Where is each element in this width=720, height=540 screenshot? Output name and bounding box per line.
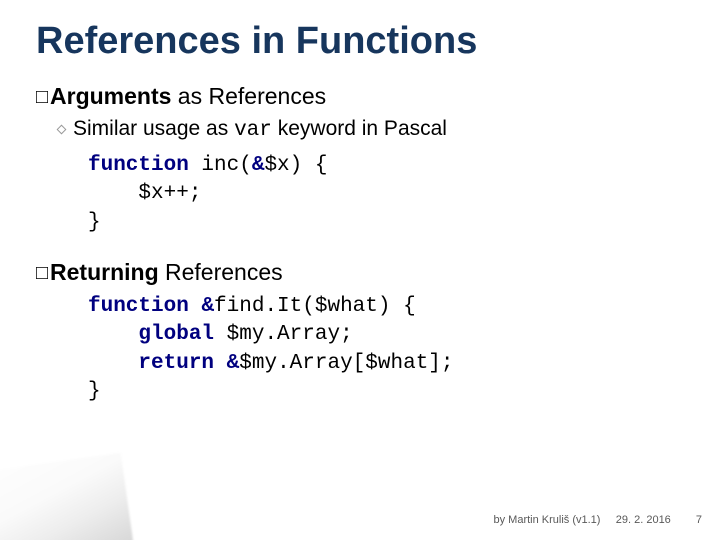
kw-global: global [138, 323, 214, 346]
bullet-icon: □ [36, 87, 48, 110]
sub-arg-post: keyword in Pascal [272, 117, 447, 140]
slide: References in Functions □Arguments as Re… [0, 0, 720, 540]
kw-function: function [88, 295, 189, 318]
kw-amp: & [252, 154, 265, 177]
code-ret-3e: $my.Array[$what]; [239, 352, 453, 375]
sub-arg-pre: Similar usage as [73, 117, 234, 140]
sub-arguments: Similar usage as var keyword in Pascal [58, 117, 684, 142]
code-ret-4: } [88, 380, 101, 403]
code-ret-1d: find.It($what) { [214, 295, 416, 318]
heading-returning-bold: Returning [50, 259, 159, 285]
section-arguments: □Arguments as References Similar usage a… [36, 83, 684, 237]
kw-return: return [138, 352, 214, 375]
heading-returning-rest: References [159, 259, 283, 285]
code-returning: function &find.It($what) { global $my.Ar… [88, 293, 684, 406]
kw-amp: & [201, 295, 214, 318]
code-ret-1b [189, 295, 202, 318]
code-ret-3c [214, 352, 227, 375]
kw-function: function [88, 154, 189, 177]
code-arguments: function inc(&$x) { $x++; } [88, 152, 684, 237]
code-ret-2a [88, 323, 138, 346]
slide-title: References in Functions [36, 20, 684, 63]
footer-credit: by Martin Kruliš (v1.1) [493, 514, 600, 526]
bullet-icon: □ [36, 263, 48, 286]
heading-arguments: □Arguments as References [36, 83, 684, 111]
section-returning: □Returning References function &find.It(… [36, 259, 684, 406]
code-arg-3: } [88, 211, 101, 234]
code-ret-2c: $my.Array; [214, 323, 353, 346]
heading-arguments-bold: Arguments [50, 83, 171, 109]
code-arg-1d: $x) { [264, 154, 327, 177]
diamond-icon [57, 125, 67, 135]
sub-arg-code: var [234, 119, 272, 142]
footer: by Martin Kruliš (v1.1) 29. 2. 2016 7 [493, 514, 702, 526]
code-arg-1b: inc( [189, 154, 252, 177]
corner-shadow [0, 453, 137, 540]
heading-returning: □Returning References [36, 259, 684, 287]
heading-arguments-rest: as References [171, 83, 326, 109]
code-arg-2: $x++; [88, 182, 201, 205]
footer-date: 29. 2. 2016 [616, 514, 671, 526]
code-ret-3a [88, 352, 138, 375]
footer-page: 7 [696, 514, 702, 526]
kw-amp: & [227, 352, 240, 375]
